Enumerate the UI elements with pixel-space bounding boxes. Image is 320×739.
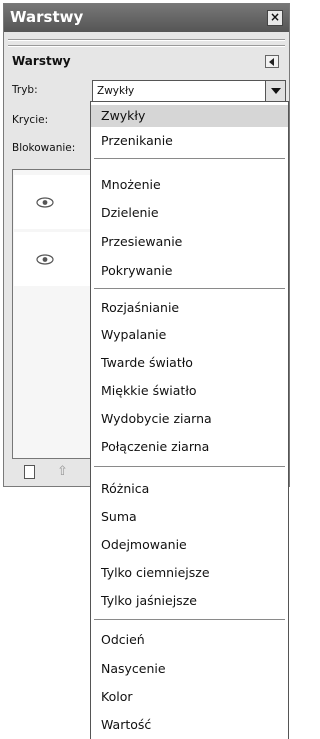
raise-layer-icon[interactable]: ⇧ <box>57 464 68 479</box>
mode-option[interactable]: Miękkie światło <box>91 380 288 402</box>
dropdown-separator <box>94 619 285 620</box>
mode-option[interactable]: Wydobycie ziarna <box>91 408 288 430</box>
layers-toolbar: ⇧ <box>12 462 102 484</box>
close-icon[interactable]: × <box>267 10 283 26</box>
mode-option[interactable]: Twarde światło <box>91 352 288 374</box>
dropdown-separator <box>94 158 285 159</box>
mode-option[interactable]: Wypalanie <box>91 324 288 346</box>
dropdown-arrow-icon[interactable] <box>265 81 285 101</box>
mode-option[interactable]: Wartość <box>91 714 288 736</box>
mode-label: Tryb: <box>12 84 38 96</box>
mode-select-value: Zwykły <box>97 85 135 97</box>
dropdown-separator <box>94 466 285 467</box>
mode-option[interactable]: Kolor <box>91 686 288 708</box>
mode-option[interactable]: Rozjaśnianie <box>91 297 288 319</box>
mode-option[interactable]: Tylko ciemniejsze <box>91 562 288 584</box>
layer-row[interactable] <box>14 175 100 229</box>
dropdown-separator <box>94 288 285 289</box>
mode-option[interactable]: Przenikanie <box>91 130 288 152</box>
layers-list[interactable] <box>12 169 102 459</box>
mode-option[interactable]: Odcień <box>91 629 288 651</box>
title-bar[interactable]: Warstwy × <box>4 4 289 32</box>
mode-option[interactable]: Nasycenie <box>91 658 288 680</box>
opacity-label: Krycie: <box>12 114 49 126</box>
mode-option[interactable]: Mnożenie <box>91 174 288 196</box>
mode-option[interactable]: Tylko jaśniejsze <box>91 590 288 612</box>
mode-option[interactable]: Różnica <box>91 478 288 500</box>
divider <box>8 45 285 47</box>
mode-option[interactable]: Połączenie ziarna <box>91 436 288 458</box>
dock-title: Warstwy <box>12 54 71 68</box>
new-layer-icon[interactable] <box>24 465 35 479</box>
eye-icon[interactable] <box>36 254 54 265</box>
mode-option[interactable]: Odejmowanie <box>91 534 288 556</box>
layer-row[interactable] <box>14 232 100 286</box>
mode-option[interactable]: Przesiewanie <box>91 231 288 253</box>
dock-menu-icon[interactable] <box>265 55 279 68</box>
eye-icon[interactable] <box>36 197 54 208</box>
mode-option[interactable]: Zwykły <box>91 105 288 127</box>
mode-option[interactable]: Pokrywanie <box>91 260 288 282</box>
mode-option[interactable]: Suma <box>91 506 288 528</box>
window-title: Warstwy <box>10 8 84 26</box>
mode-option[interactable]: Dzielenie <box>91 202 288 224</box>
mode-dropdown[interactable]: Zwykły Przenikanie Mnożenie Dzielenie Pr… <box>90 101 289 739</box>
mode-select[interactable]: Zwykły <box>92 80 286 102</box>
lock-label: Blokowanie: <box>12 142 76 154</box>
divider <box>8 39 285 41</box>
